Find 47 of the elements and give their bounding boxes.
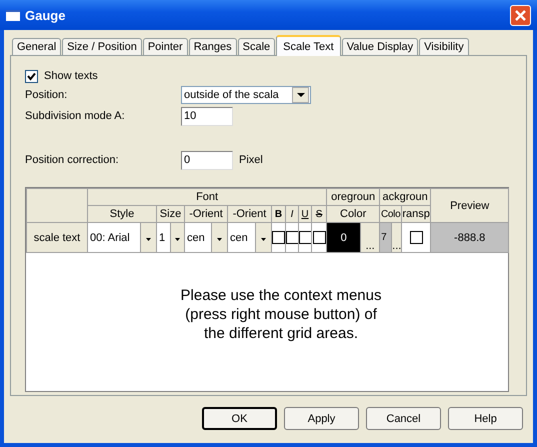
tab[interactable]: Scale <box>238 38 276 55</box>
color-swatch[interactable]: 0 <box>326 222 361 252</box>
checkbox[interactable] <box>25 70 38 82</box>
more-button[interactable]: ... <box>360 222 380 252</box>
close-icon <box>514 8 527 22</box>
header-cell: ackgroun <box>380 188 431 206</box>
checkbox[interactable] <box>272 231 284 244</box>
preview-cell: -888.8 <box>430 222 509 252</box>
unit-label: Pixel <box>239 154 263 166</box>
header-cell <box>26 188 88 222</box>
dialog-button[interactable]: Apply <box>284 407 359 430</box>
header-cell: Size <box>156 206 184 222</box>
header-cell: Preview <box>430 188 509 222</box>
tab[interactable]: Visibility <box>419 38 469 55</box>
header-cell: oregroun <box>326 188 380 206</box>
tab[interactable]: Ranges <box>188 38 237 55</box>
tab[interactable]: Pointer <box>142 38 188 55</box>
window-icon <box>6 10 20 20</box>
tab[interactable]: Scale Text <box>276 35 341 56</box>
header-cell: Style <box>88 206 156 222</box>
window-title: Gauge <box>25 8 66 22</box>
tab[interactable]: Value Display <box>342 38 418 55</box>
close-button[interactable] <box>510 4 531 26</box>
header-cell: Colo <box>380 206 402 222</box>
field-label: Subdivision mode A: <box>25 110 126 122</box>
position-dropdown[interactable]: outside of the scala <box>181 86 311 104</box>
tab[interactable]: Size / Position <box>62 38 142 55</box>
checkbox-label: Show texts <box>44 70 98 82</box>
hint-text: Please use the context menus (press right mouse button) of the different grid areas. <box>180 286 382 343</box>
row-header: scale text <box>26 222 88 252</box>
header-cell: Font <box>88 188 327 206</box>
checkbox[interactable] <box>286 231 298 244</box>
header-cell: Color <box>326 206 380 222</box>
input-field[interactable]: 10 <box>181 106 233 126</box>
checkbox[interactable] <box>312 231 326 244</box>
tab[interactable]: General <box>12 38 62 55</box>
dialog-button[interactable]: OK <box>202 407 277 430</box>
dialog-button[interactable]: Cancel <box>366 407 441 430</box>
dialog-button[interactable]: Help <box>448 407 523 430</box>
checkbox[interactable] <box>410 231 423 244</box>
checkbox[interactable] <box>300 231 310 244</box>
input-field[interactable]: 0 <box>181 150 233 170</box>
header-cell: ransp <box>402 206 431 222</box>
header-cell: -Orient <box>184 206 228 222</box>
field-label: Position correction: <box>25 154 120 166</box>
header-cell: -Orient <box>228 206 272 222</box>
field-label: Position: <box>25 89 68 101</box>
